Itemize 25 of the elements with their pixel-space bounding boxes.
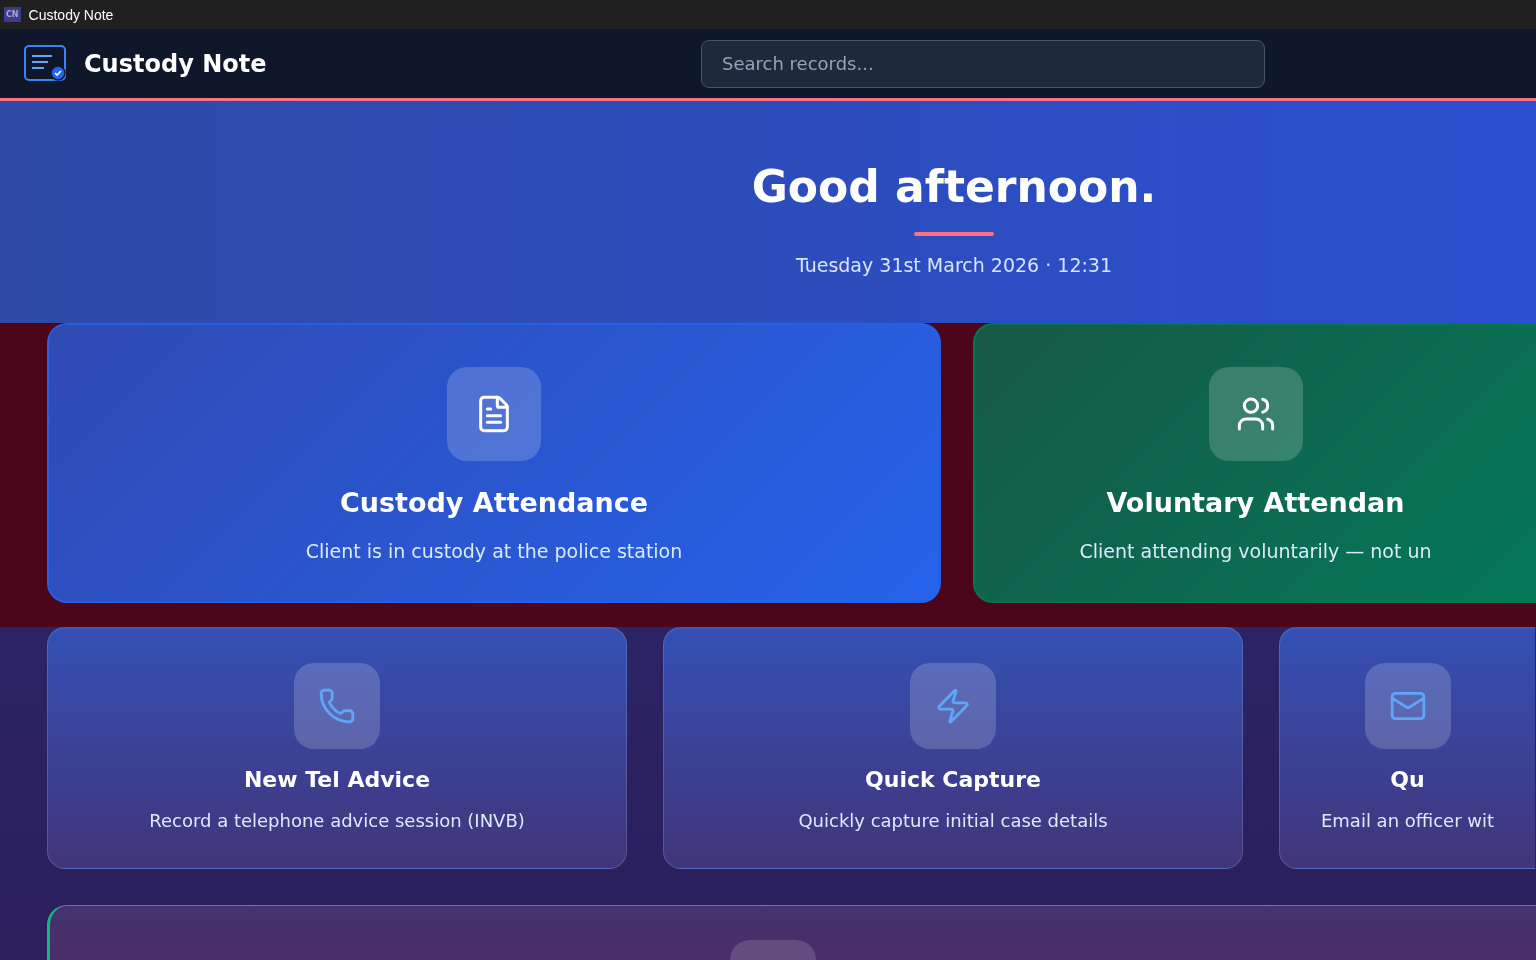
action-card[interactable]: Quick Capture Quickly capture initial case details (663, 627, 1243, 869)
card-title: Custody Attendance (339, 487, 649, 518)
card-title: New Tel Advice (243, 767, 431, 792)
app-brand: Custody Note (84, 49, 267, 78)
card-description: Client attending voluntarily — not un (1079, 540, 1432, 562)
action-card[interactable]: New Tel Advice Record a telephone advice session (INVB) (47, 627, 627, 869)
search-field[interactable]: Search records... (701, 39, 1265, 88)
card-title: Qu (1390, 767, 1425, 792)
card-description: Record a telephone advice session (INVB) (149, 810, 525, 831)
card-title: Quick Capture (865, 767, 1041, 792)
greeting-heading: Good afternoon. (751, 161, 1157, 212)
attendance-card[interactable]: Voluntary Attendan Client attending voluntarily — not un (973, 323, 1536, 603)
phone-icon (318, 687, 356, 725)
lightning-icon (934, 687, 972, 725)
note-logo-icon (24, 44, 68, 83)
card-description: Client is in custody at the police station (305, 540, 683, 562)
action-card[interactable]: Qu Email an officer wit (1279, 627, 1535, 869)
card-description: Email an officer wit (1320, 810, 1495, 831)
app-badge: CN (4, 7, 21, 22)
attendance-card[interactable]: Custody Attendance Client is in custody at the police station (47, 323, 941, 603)
card-description: Quickly capture initial case details (798, 810, 1108, 831)
action-card[interactable] (47, 905, 1536, 960)
date-time: Tuesday 31st March 2026 · 12:31 (795, 254, 1113, 276)
window-title: Custody Note (28, 6, 114, 23)
card-title: Voluntary Attendan (1106, 487, 1405, 518)
